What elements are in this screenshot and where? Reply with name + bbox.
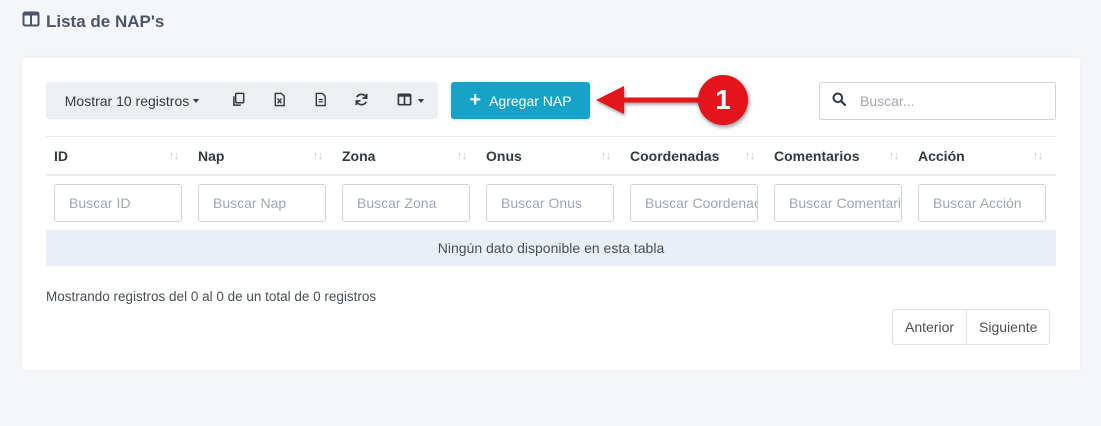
column-header-coordenadas[interactable]: Coordenadas ↑↓	[622, 137, 766, 174]
add-nap-button[interactable]: + Agregar NAP	[451, 82, 590, 119]
filter-coordenadas-input[interactable]	[630, 184, 758, 222]
filter-id-input[interactable]	[54, 184, 182, 222]
global-search	[819, 82, 1056, 120]
file-text-icon	[313, 92, 328, 110]
search-icon	[832, 92, 847, 111]
column-header-id[interactable]: ID ↑↓	[46, 137, 190, 174]
filter-row	[46, 176, 1056, 230]
caret-down-icon	[417, 98, 424, 103]
sort-icon: ↑↓	[457, 149, 467, 162]
previous-page-button[interactable]: Anterior	[893, 310, 966, 344]
file-excel-icon	[272, 92, 287, 110]
table-layout-icon	[22, 10, 40, 33]
nap-table: ID ↑↓ Nap ↑↓ Zona ↑↓ Onus ↑↓ Coordenadas ↑↓ C…	[46, 136, 1056, 266]
annotation-number-badge: 1	[698, 75, 748, 125]
sort-icon: ↑↓	[601, 149, 611, 162]
next-page-button[interactable]: Siguiente	[966, 310, 1049, 344]
empty-table-message: Ningún dato disponible en esta tabla	[46, 230, 1056, 266]
column-header-nap[interactable]: Nap ↑↓	[190, 137, 334, 174]
add-nap-label: Agregar NAP	[489, 92, 572, 109]
caret-down-icon	[193, 98, 200, 103]
filter-comentarios-input[interactable]	[774, 184, 902, 222]
table-info: Mostrando registros del 0 al 0 de un tot…	[46, 289, 377, 304]
show-entries-dropdown[interactable]: Mostrar 10 registros	[46, 82, 218, 119]
filter-onus-input[interactable]	[486, 184, 614, 222]
show-entries-label: Mostrar 10 registros	[64, 92, 190, 109]
copy-icon	[231, 92, 246, 110]
sort-icon: ↑↓	[889, 149, 899, 162]
excel-export-button[interactable]	[259, 82, 300, 119]
sort-icon: ↑↓	[745, 149, 755, 162]
table-header-row: ID ↑↓ Nap ↑↓ Zona ↑↓ Onus ↑↓ Coordenadas ↑↓ C…	[46, 136, 1056, 176]
columns-icon	[397, 92, 412, 110]
csv-export-button[interactable]	[300, 82, 341, 119]
column-visibility-dropdown[interactable]	[382, 82, 438, 119]
sort-icon: ↑↓	[1033, 149, 1043, 162]
column-header-accion[interactable]: Acción ↑↓	[910, 137, 1054, 174]
copy-button[interactable]	[218, 82, 259, 119]
plus-icon: +	[469, 88, 482, 111]
refresh-button[interactable]	[341, 82, 382, 119]
page-title: Lista de NAP's	[46, 11, 165, 31]
nap-list-card: Mostrar 10 registros + Agregar NAP 1 Bus…	[22, 58, 1080, 370]
column-header-onus[interactable]: Onus ↑↓	[478, 137, 622, 174]
table-toolbar: Mostrar 10 registros	[46, 82, 438, 119]
page-header: Lista de NAP's	[22, 10, 164, 33]
pagination: Anterior Siguiente	[892, 309, 1051, 345]
sort-icon: ↑↓	[169, 149, 179, 162]
search-input[interactable]	[860, 93, 1040, 109]
column-header-zona[interactable]: Zona ↑↓	[334, 137, 478, 174]
filter-accion-input[interactable]	[918, 184, 1046, 222]
column-header-comentarios[interactable]: Comentarios ↑↓	[766, 137, 910, 174]
filter-nap-input[interactable]	[198, 184, 326, 222]
filter-zona-input[interactable]	[342, 184, 470, 222]
refresh-icon	[354, 92, 369, 110]
sort-icon: ↑↓	[313, 149, 323, 162]
